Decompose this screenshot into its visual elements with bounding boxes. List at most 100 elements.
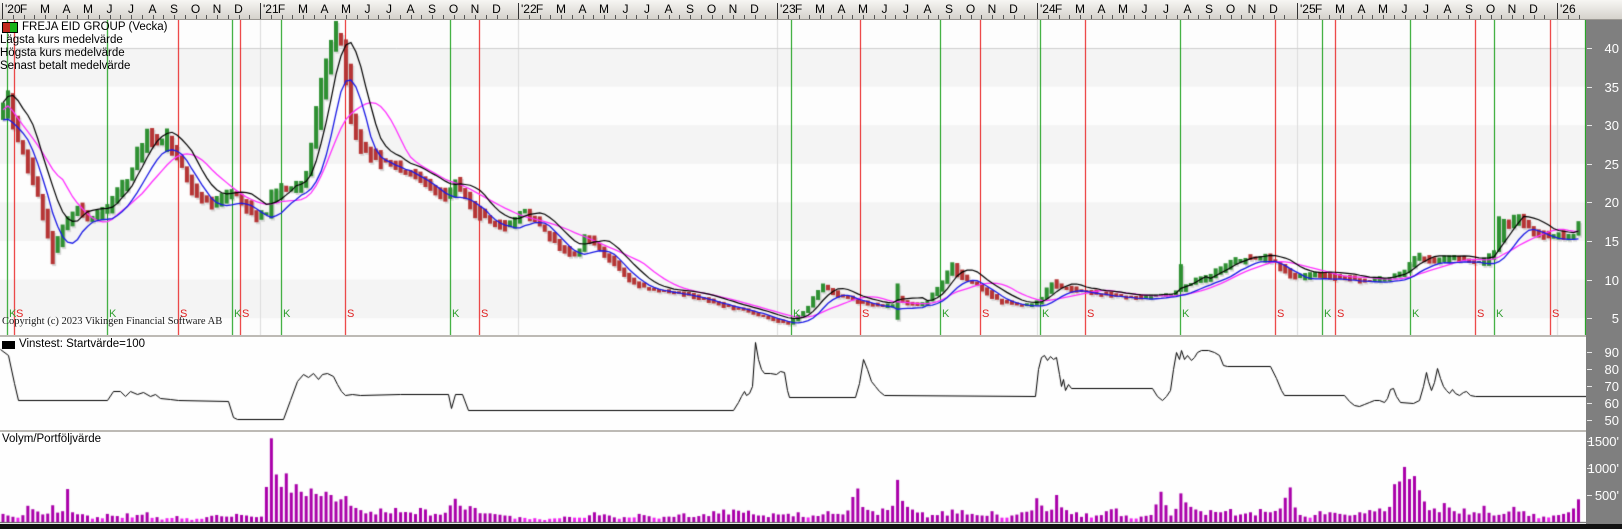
timeline-tick (690, 15, 691, 19)
legend-vinstest[interactable]: Vinstest: Startvärde=100 (2, 338, 145, 351)
timeline-month-label: A (62, 2, 70, 16)
timeline-tick (1501, 15, 1502, 19)
legend-high-ma[interactable]: Högsta kurs medelvärde (0, 47, 168, 60)
timeline-month-label: M (815, 2, 825, 16)
timeline-tick (67, 15, 68, 19)
timeline-tick (1198, 15, 1199, 19)
year-separator (777, 3, 778, 19)
timeline-header[interactable]: '20FMAMJJASOND'21FMAMJJASOND'22FMAMJJASO… (0, 0, 1622, 20)
timeline-tick (1329, 15, 1330, 19)
timeline-tick (550, 15, 551, 19)
timeline-tick (1263, 15, 1264, 19)
axis-tick-mark (1587, 369, 1592, 370)
timeline-tick (1448, 15, 1449, 19)
timeline-tick (1252, 15, 1253, 19)
timeline-tick (454, 15, 455, 19)
legend-last-ma[interactable]: Senast betalt medelvärde (0, 60, 168, 73)
buy-signal-letter: K (942, 308, 949, 320)
timeline-tick (1112, 15, 1113, 19)
timeline-month-label: M (1378, 2, 1388, 16)
price-axis-label: 15 (1605, 234, 1619, 249)
timeline-month-label: J (365, 2, 371, 16)
timeline-tick (1014, 15, 1015, 19)
timeline-tick (765, 15, 766, 19)
timeline-tick (325, 15, 326, 19)
timeline-month-label: J (903, 2, 909, 16)
timeline-tick (906, 15, 907, 19)
timeline-year-label: '25 (1300, 2, 1316, 16)
year-separator (1557, 3, 1558, 19)
timeline-tick (303, 15, 304, 19)
timeline-tick (669, 15, 670, 19)
year-separator (2, 3, 3, 19)
timeline-month-label: J (1423, 2, 1429, 16)
timeline-tick (1351, 15, 1352, 19)
timeline-tick (56, 15, 57, 19)
timeline-tick (1059, 15, 1060, 19)
timeline-month-label: O (1226, 2, 1235, 16)
price-panel: FREJA EID GROUP (Vecka) Lägsta kurs mede… (0, 20, 1586, 335)
vinstest-chart-canvas[interactable] (0, 337, 1586, 430)
timeline-tick (13, 15, 14, 19)
timeline-tick (593, 15, 594, 19)
timeline-month-label: F (278, 2, 285, 16)
volume-panel: Volym/Portföljvärde (0, 432, 1586, 524)
timeline-tick (788, 15, 789, 19)
timeline-tick (1209, 15, 1210, 19)
sell-signal-letter: S (1337, 308, 1344, 320)
volume-chart-canvas[interactable] (0, 432, 1586, 524)
timeline-tick (99, 15, 100, 19)
legend-volume[interactable]: Volym/Portföljvärde (2, 433, 101, 446)
buy-signal-letter: K (1412, 308, 1419, 320)
timeline-tick (217, 15, 218, 19)
timeline-month-label: A (578, 2, 586, 16)
timeline-tick (389, 15, 390, 19)
window-bottom-edge (0, 524, 1622, 529)
timeline-month-label: J (1402, 2, 1408, 16)
timeline-tick (1534, 15, 1535, 19)
timeline-tick (1544, 15, 1545, 19)
legend-low-ma[interactable]: Lägsta kurs medelvärde (0, 34, 168, 47)
timeline-tick (142, 15, 143, 19)
timeline-month-label: M (40, 2, 50, 16)
vinstest-series-icon (2, 341, 15, 349)
timeline-tick (1080, 15, 1081, 19)
timeline-tick (852, 15, 853, 19)
timeline-tick (378, 15, 379, 19)
legend-last-ma-label: Senast betalt medelvärde (0, 60, 130, 73)
timeline-tick (981, 15, 982, 19)
sell-signal-letter: S (242, 308, 249, 320)
timeline-month-label: D (750, 2, 759, 16)
vinstest-panel: Vinstest: Startvärde=100 (0, 337, 1586, 430)
axis-tick-mark (1587, 495, 1592, 496)
timeline-month-label: A (837, 2, 845, 16)
timeline-tick (647, 15, 648, 19)
sell-signal-letter: S (1552, 308, 1559, 320)
legend-low-ma-label: Lägsta kurs medelvärde (0, 34, 123, 47)
legend-instrument[interactable]: FREJA EID GROUP (Vecka) (2, 21, 168, 34)
timeline-tick (1491, 15, 1492, 19)
timeline-tick (185, 15, 186, 19)
axis-tick-mark (1587, 202, 1592, 203)
timeline-month-label: S (945, 2, 953, 16)
timeline-tick (1231, 15, 1232, 19)
year-separator (260, 3, 261, 19)
buy-signal-letter: K (793, 308, 800, 320)
timeline-tick (357, 15, 358, 19)
axis-tick-mark (1587, 125, 1592, 126)
timeline-year-label: '24 (1040, 2, 1056, 16)
timeline-month-label: O (707, 2, 716, 16)
price-chart-canvas[interactable] (0, 20, 1586, 335)
buy-signal-letter: K (283, 308, 290, 320)
timeline-tick (1340, 15, 1341, 19)
timeline-tick (938, 15, 939, 19)
timeline-tick (744, 15, 745, 19)
timeline-month-label: N (988, 2, 997, 16)
timeline-tick (110, 15, 111, 19)
timeline-month-label: O (449, 2, 458, 16)
timeline-tick (1177, 15, 1178, 19)
value-axis[interactable]: 40353025201510590807060501500'1000'500' (1586, 20, 1622, 524)
timeline-tick (292, 15, 293, 19)
timeline-tick (1145, 15, 1146, 19)
timeline-tick (1512, 15, 1513, 19)
